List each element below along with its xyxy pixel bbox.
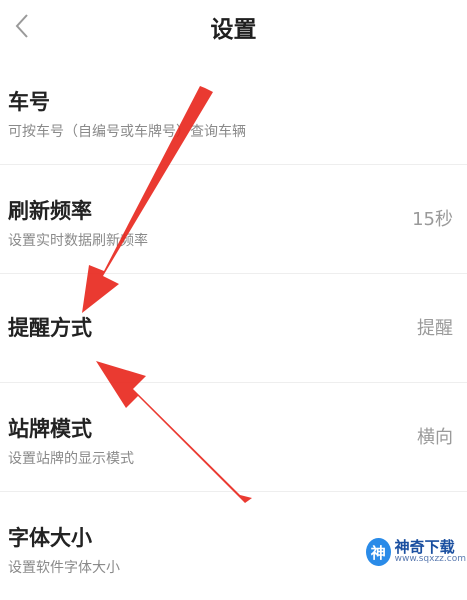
watermark-title: 神奇下载 <box>394 537 455 556</box>
setting-subtitle: 设置软件字体大小 <box>8 560 120 576</box>
setting-subtitle: 设置站牌的显示模式 <box>8 451 134 467</box>
setting-subtitle: 设置实时数据刷新频率 <box>8 233 148 249</box>
setting-value: 横向 <box>417 427 453 448</box>
setting-title: 提醒方式 <box>8 316 92 340</box>
page-title: 设置 <box>210 17 257 43</box>
setting-row-stop-sign-mode[interactable]: 站牌模式 设置站牌的显示模式 横向 <box>0 383 467 492</box>
top-bar: 设置 <box>0 0 467 56</box>
setting-row-car-number[interactable]: 车号 可按车号（自编号或车牌号）查询车辆 <box>0 56 467 165</box>
setting-title: 站牌模式 <box>8 417 92 441</box>
setting-value: 提醒 <box>417 318 453 339</box>
setting-value: 15秒 <box>412 209 453 230</box>
setting-row-reminder-mode[interactable]: 提醒方式 提醒 <box>0 274 467 383</box>
watermark-logo: 神 <box>366 538 391 566</box>
setting-title: 刷新频率 <box>8 199 92 223</box>
settings-list: 车号 可按车号（自编号或车牌号）查询车辆 刷新频率 设置实时数据刷新频率 15秒… <box>0 56 467 600</box>
setting-title: 字体大小 <box>8 526 92 550</box>
setting-title: 车号 <box>8 90 50 114</box>
setting-subtitle: 可按车号（自编号或车牌号）查询车辆 <box>8 124 246 140</box>
site-watermark: 神 神奇下载 www.sqxzz.com <box>366 532 466 572</box>
setting-row-refresh-rate[interactable]: 刷新频率 设置实时数据刷新频率 15秒 <box>0 165 467 274</box>
watermark-url: www.sqxzz.com <box>394 554 466 565</box>
